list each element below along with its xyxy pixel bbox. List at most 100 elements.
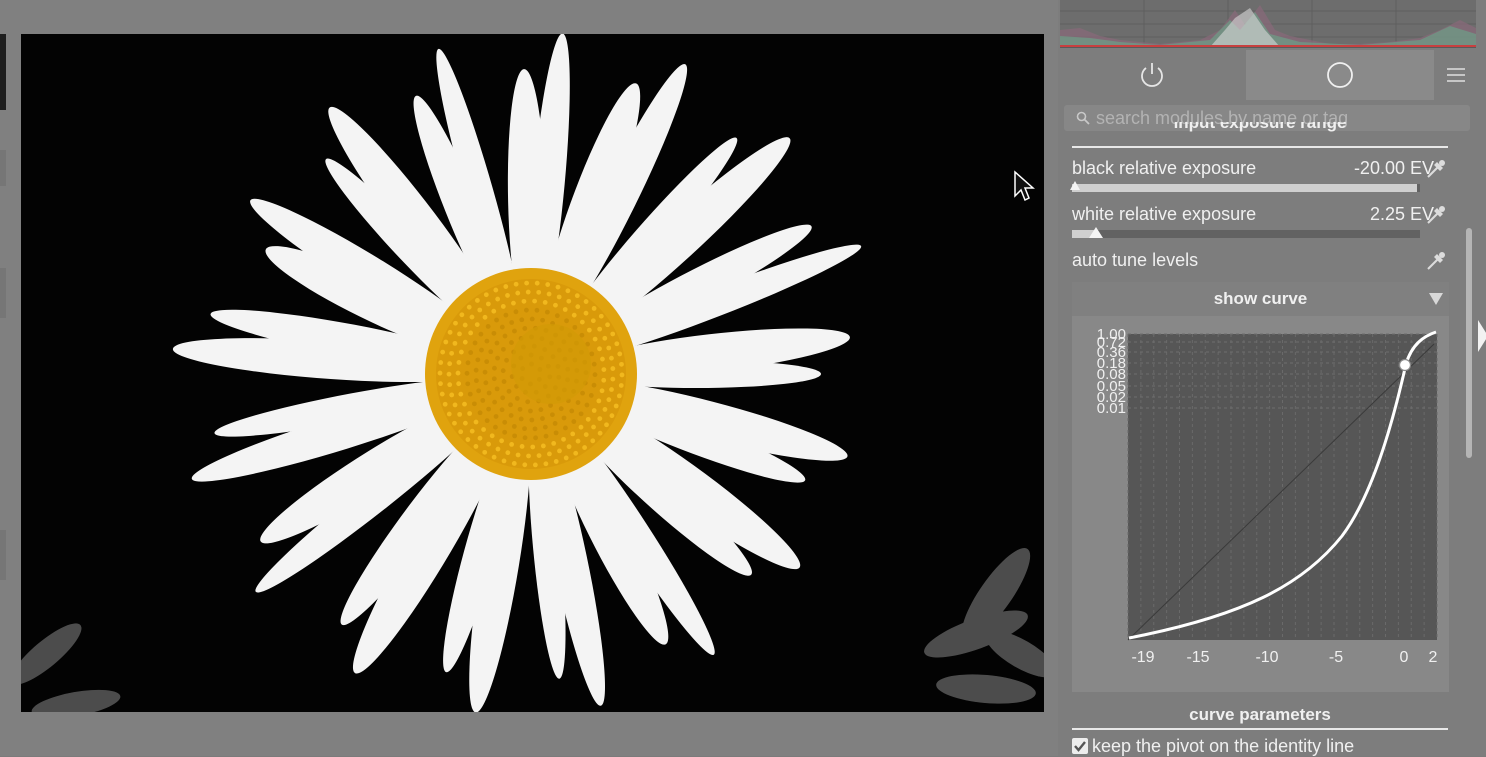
daisy-disc-floret xyxy=(553,302,558,308)
daisy-disc-floret xyxy=(553,430,559,436)
daisy-disc-floret xyxy=(514,396,520,401)
pivot-identity-checkbox[interactable] xyxy=(1072,738,1088,754)
daisy-disc-floret xyxy=(500,304,506,309)
daisy-disc-floret xyxy=(547,451,552,457)
black-exposure-row[interactable]: black relative exposure -20.00 EV xyxy=(1072,156,1448,180)
auto-tune-row[interactable]: auto tune levels xyxy=(1072,248,1448,272)
black-exposure-fill xyxy=(1072,184,1417,192)
curve-pivot-node[interactable] xyxy=(1398,358,1412,372)
filmic-curve-graph[interactable]: 1.000.720.360.180.080.050.020.01 -19 -15-… xyxy=(1072,316,1449,692)
daisy-disc-floret xyxy=(597,416,603,421)
tab-all-modules[interactable] xyxy=(1246,50,1434,100)
curve-x-tick-label: -19 xyxy=(1131,649,1154,666)
daisy-disc-floret xyxy=(508,413,514,418)
daisy-disc-floret xyxy=(578,411,584,417)
daisy-disc-floret xyxy=(584,402,590,408)
daisy-disc-floret xyxy=(566,444,572,450)
daisy-disc-floret xyxy=(495,446,501,452)
daisy-disc-floret xyxy=(495,296,501,302)
pivot-identity-checkbox-row[interactable]: keep the pivot on the identity line xyxy=(1072,735,1354,757)
white-exposure-slider[interactable] xyxy=(1072,227,1420,238)
daisy-disc-floret xyxy=(473,378,479,384)
presets-menu-button[interactable] xyxy=(1434,50,1478,100)
curve-parameters-divider xyxy=(1072,728,1448,730)
histogram[interactable] xyxy=(1060,0,1476,48)
daisy-disc-floret xyxy=(504,357,509,363)
daisy-disc-floret xyxy=(617,351,623,357)
center-view xyxy=(0,0,1058,756)
daisy-disc-floret xyxy=(468,330,474,336)
daisy-disc-floret xyxy=(523,307,529,313)
daisy-disc-floret xyxy=(459,312,465,318)
black-exposure-label: black relative exposure xyxy=(1072,158,1257,178)
daisy-disc-floret xyxy=(529,316,535,322)
daisy-disc-floret xyxy=(458,429,464,435)
daisy-disc-floret xyxy=(473,367,479,373)
daisy-disc-floret xyxy=(517,406,523,412)
daisy-disc-floret xyxy=(494,317,499,323)
daisy-disc-floret xyxy=(500,395,506,401)
white-exposure-row[interactable]: white relative exposure 2.25 EV xyxy=(1072,202,1448,226)
daisy-disc-floret xyxy=(442,401,448,407)
daisy-disc-floret xyxy=(447,382,453,388)
panel-scrollbar[interactable] xyxy=(1466,228,1472,458)
daisy-disc-floret xyxy=(477,435,483,441)
auto-tune-picker-icon[interactable] xyxy=(1424,249,1448,273)
daisy-disc-floret xyxy=(619,372,625,378)
daisy-disc-floret xyxy=(591,408,597,413)
daisy-disc-floret xyxy=(449,392,455,398)
daisy-disc-floret xyxy=(563,425,568,431)
daisy-disc-floret xyxy=(453,320,458,326)
daisy-disc-floret xyxy=(519,317,525,323)
daisy-disc-floret xyxy=(601,377,607,383)
collapse-triangle-icon[interactable] xyxy=(1429,293,1443,305)
black-exposure-slider[interactable] xyxy=(1070,181,1420,192)
filmstrip-edge-tick xyxy=(0,530,6,580)
daisy-disc-floret xyxy=(532,462,538,468)
white-exposure-label: white relative exposure xyxy=(1072,204,1257,224)
daisy-disc-floret xyxy=(536,453,542,459)
daisy-disc-floret xyxy=(575,304,581,310)
white-exposure-marker[interactable] xyxy=(1089,227,1104,238)
daisy-disc-floret xyxy=(502,333,508,339)
daisy-disc-floret xyxy=(590,318,596,324)
show-curve-header[interactable]: show curve xyxy=(1072,282,1449,316)
daisy-disc-floret xyxy=(493,414,499,419)
daisy-disc-floret xyxy=(452,402,458,408)
daisy-disc-floret xyxy=(582,445,587,450)
daisy-disc-floret xyxy=(488,349,494,355)
daisy-disc-floret xyxy=(609,413,615,419)
photo-preview[interactable] xyxy=(21,34,1044,712)
black-exposure-marker[interactable] xyxy=(1070,181,1080,190)
filmstrip-edge-tick xyxy=(0,268,6,318)
daisy-disc-floret xyxy=(452,340,458,346)
daisy-disc-floret xyxy=(534,307,540,313)
daisy-disc-floret xyxy=(482,369,488,375)
daisy-disc-floret xyxy=(597,430,603,436)
curve-x-tick-label: 2 xyxy=(1429,649,1438,666)
white-exposure-picker-icon[interactable] xyxy=(1424,203,1448,227)
daisy-disc-floret xyxy=(515,452,521,458)
curve-y-tick-label: 0.01 xyxy=(1097,400,1126,417)
daisy-disc-floret xyxy=(465,381,471,387)
daisy-disc-floret xyxy=(609,387,614,392)
daisy-disc-floret xyxy=(606,345,612,351)
daisy-disc-floret xyxy=(465,437,471,442)
daisy-disc-floret xyxy=(591,361,597,367)
daisy-disc-floret xyxy=(575,438,581,444)
daisy-disc-floret xyxy=(613,403,619,409)
daisy-disc-floret xyxy=(449,350,455,356)
daisy-disc-floret xyxy=(550,412,555,418)
daisy-disc-floret xyxy=(592,336,598,342)
daisy-disc-floret xyxy=(462,401,467,407)
daisy-disc-floret xyxy=(503,284,509,289)
daisy-disc-floret xyxy=(562,307,568,312)
daisy-disc-floret xyxy=(512,328,517,334)
tab-active-modules[interactable] xyxy=(1058,50,1246,100)
daisy-disc-floret xyxy=(598,313,604,319)
black-exposure-picker-icon[interactable] xyxy=(1424,157,1448,181)
expand-panel-arrow-icon[interactable] xyxy=(1478,320,1486,352)
daisy-disc-floret xyxy=(542,424,548,430)
daisy-disc-floret xyxy=(477,307,483,313)
daisy-disc-floret xyxy=(447,329,453,335)
